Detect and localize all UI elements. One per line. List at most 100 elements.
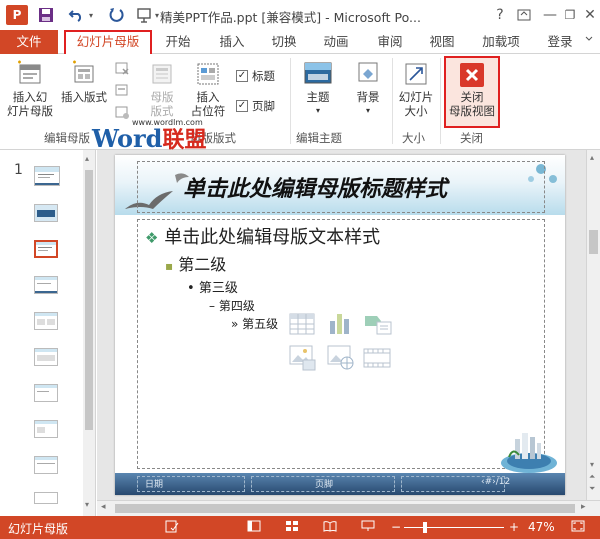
thumbnail-layout[interactable] xyxy=(34,420,58,438)
tab-slide-master[interactable]: 幻灯片母版 xyxy=(64,30,152,55)
undo-icon[interactable] xyxy=(66,5,86,25)
ribbon-display-options-icon[interactable] xyxy=(512,4,536,26)
thumbnail-layout[interactable] xyxy=(34,492,58,504)
thumbnail-layout-selected[interactable] xyxy=(34,240,58,258)
rename-icon[interactable] xyxy=(114,82,130,98)
insert-smartart-icon[interactable] xyxy=(363,313,393,335)
thumbnail-layout[interactable] xyxy=(34,312,58,330)
footer-checkbox[interactable]: ✓ 页脚 xyxy=(236,98,275,114)
bullet-level-5[interactable]: » 第五级 xyxy=(231,315,278,332)
insert-placeholder-button[interactable]: 插入 占位符 xyxy=(186,60,230,118)
fit-to-window-icon[interactable] xyxy=(570,520,586,535)
group-label-edit-theme: 编辑主题 xyxy=(296,131,342,145)
scroll-left-icon[interactable]: ◂ xyxy=(101,502,106,512)
tab-view[interactable]: 视图 xyxy=(422,30,462,54)
save-icon[interactable] xyxy=(36,5,56,25)
normal-view-icon[interactable] xyxy=(246,520,262,535)
slide-title[interactable]: 单击此处编辑母版标题样式 xyxy=(183,171,447,203)
sign-in-link[interactable]: 登录 xyxy=(540,30,580,54)
scroll-down-icon[interactable]: ▾ xyxy=(590,460,594,469)
master-layout-icon xyxy=(152,64,172,84)
tab-file[interactable]: 文件 xyxy=(0,30,58,54)
spelling-check-icon[interactable] xyxy=(164,520,180,535)
background-button[interactable]: 背景 ▾ xyxy=(348,60,388,118)
horizontal-scroll-thumb[interactable] xyxy=(115,504,575,513)
thumbnail-scrollbar[interactable]: ▴ ▾ xyxy=(83,150,95,516)
start-slideshow-icon[interactable] xyxy=(134,5,154,25)
powerpoint-logo-icon: P xyxy=(6,5,28,25)
watermark-url: www.wordlm.com xyxy=(132,118,203,127)
chevron-down-icon: ▾ xyxy=(365,106,370,115)
group-label-close: 关闭 xyxy=(460,131,483,145)
close-master-view-button[interactable]: 关闭 母版视图 xyxy=(444,56,500,128)
thumbnail-layout[interactable] xyxy=(34,276,58,294)
insert-slide-master-button[interactable]: 插入幻 灯片母版 xyxy=(4,60,56,118)
tab-insert[interactable]: 插入 xyxy=(212,30,252,54)
tab-home[interactable]: 开始 xyxy=(158,30,198,54)
title-checkbox-label: 标题 xyxy=(252,69,275,83)
insert-chart-icon[interactable] xyxy=(327,311,353,335)
main-scroll-thumb[interactable] xyxy=(589,230,598,254)
collapse-ribbon-icon[interactable] xyxy=(580,30,598,54)
background-styles-icon xyxy=(358,62,378,82)
slide-sorter-view-icon[interactable] xyxy=(284,520,300,535)
thumbnail-scroll-thumb[interactable] xyxy=(85,170,93,430)
slide-size-button[interactable]: 幻灯片 大小 xyxy=(394,60,438,118)
undo-dropdown-icon[interactable]: ▾ xyxy=(86,5,96,25)
thumbnail-pane: 1 ▴ ▾ xyxy=(0,150,96,516)
insert-video-icon[interactable] xyxy=(363,347,393,369)
insert-layout-icon xyxy=(73,60,94,83)
zoom-in-button[interactable]: + xyxy=(506,520,522,535)
master-layout-button[interactable]: 母版 版式 xyxy=(140,60,184,118)
redo-icon[interactable] xyxy=(106,5,126,25)
next-slide-icon[interactable]: ⏷ xyxy=(589,484,595,494)
tab-review[interactable]: 审阅 xyxy=(370,30,410,54)
tab-animations[interactable]: 动画 xyxy=(316,30,356,54)
insert-picture-icon[interactable] xyxy=(289,345,317,371)
scroll-up-icon[interactable]: ▴ xyxy=(590,153,594,162)
scroll-right-icon[interactable]: ▸ xyxy=(581,502,586,512)
reading-view-icon[interactable] xyxy=(322,520,338,535)
close-icon xyxy=(460,63,484,87)
chevron-down-icon: ▾ xyxy=(315,106,320,115)
previous-slide-icon[interactable]: ⏶ xyxy=(589,472,595,482)
help-button[interactable]: ? xyxy=(488,4,512,26)
zoom-out-button[interactable]: − xyxy=(388,520,404,535)
bullet-level-1[interactable]: ❖ 单击此处编辑母版文本样式 xyxy=(145,223,380,249)
tab-addins[interactable]: 加载项 xyxy=(476,30,526,54)
bullet-level-4[interactable]: – 第四级 xyxy=(209,297,255,314)
footer-band: 日期 页脚 ‹#›/12 xyxy=(115,473,565,495)
bullet-level-2[interactable]: ▪ 第二级 xyxy=(165,251,226,275)
slideshow-view-icon[interactable] xyxy=(360,520,376,535)
scroll-down-icon[interactable]: ▾ xyxy=(85,500,93,509)
diamond-bullet-icon: ❖ xyxy=(145,229,159,247)
slide-number: 1 xyxy=(14,162,23,178)
ribbon-tabs: 文件 幻灯片母版 开始 插入 切换 动画 审阅 视图 加载项 登录 xyxy=(0,30,600,55)
thumbnail-layout[interactable] xyxy=(34,456,58,474)
close-master-label-1: 关闭 xyxy=(460,90,484,104)
thumbnail-layout[interactable] xyxy=(34,204,58,222)
preserve-icon[interactable] xyxy=(114,104,130,120)
thumbnail-layout[interactable] xyxy=(34,384,58,402)
close-window-button[interactable]: ✕ xyxy=(578,4,600,26)
thumbnail-master[interactable] xyxy=(34,166,60,186)
zoom-slider[interactable] xyxy=(404,522,504,533)
zoom-slider-thumb[interactable] xyxy=(422,522,427,533)
horizontal-scrollbar[interactable]: ◂ ▸ xyxy=(97,500,600,516)
background-label: 背景 xyxy=(356,90,380,104)
insert-table-icon[interactable] xyxy=(289,313,315,335)
thumbnail-layout[interactable] xyxy=(34,348,58,366)
status-bar: 幻灯片母版 − + 47% xyxy=(0,516,600,539)
tab-transitions[interactable]: 切换 xyxy=(264,30,304,54)
scroll-up-icon[interactable]: ▴ xyxy=(85,154,93,163)
title-checkbox[interactable]: ✓ 标题 xyxy=(236,68,275,84)
delete-icon[interactable] xyxy=(114,60,130,76)
insert-layout-button[interactable]: 插入版式 xyxy=(58,60,110,104)
insert-online-picture-icon[interactable] xyxy=(327,345,355,371)
bullet-level-3[interactable]: • 第三级 xyxy=(187,277,238,296)
zoom-level[interactable]: 47% xyxy=(528,520,555,534)
main-vertical-scrollbar[interactable]: ▴ ▾ ⏶ ⏷ xyxy=(586,150,600,500)
group-separator xyxy=(440,58,441,144)
insert-slide-master-label-1: 插入幻 xyxy=(12,90,48,104)
themes-button[interactable]: 主题 ▾ xyxy=(296,60,340,118)
